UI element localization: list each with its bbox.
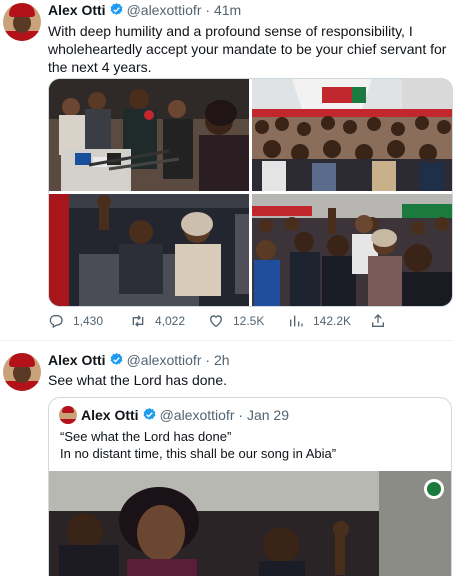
retweet-count: 4,022 xyxy=(155,314,186,328)
tweet-text: See what the Lord has done. xyxy=(48,372,228,388)
quoted-tweet-card[interactable]: Alex Otti @alexottiofr · Jan 29 “See what… xyxy=(48,397,452,576)
quoted-video[interactable] xyxy=(49,471,451,576)
retweet-icon xyxy=(132,315,144,327)
photo-4[interactable] xyxy=(252,194,452,306)
quoted-author-name: Alex Otti xyxy=(81,407,139,423)
timestamp[interactable]: 41m xyxy=(214,2,241,18)
separator-dot: · xyxy=(205,2,211,18)
media-grid xyxy=(48,78,453,307)
author-name[interactable]: Alex Otti xyxy=(48,352,106,368)
quoted-header: Alex Otti @alexottiofr · Jan 29 xyxy=(81,407,289,425)
photo-1[interactable] xyxy=(49,79,249,191)
quoted-text: “See what the Lord has done” In no dista… xyxy=(60,428,336,462)
verified-badge-icon xyxy=(109,2,124,20)
avatar[interactable] xyxy=(3,353,41,391)
share-button[interactable] xyxy=(370,313,395,329)
reply-count: 1,430 xyxy=(73,314,104,328)
tweet-text: With deep humility and a profound sense … xyxy=(48,23,447,75)
action-bar: 1,430 4,022 12.5K 142.2K xyxy=(48,313,428,333)
verified-badge-icon xyxy=(142,407,157,425)
share-icon xyxy=(372,314,384,327)
quoted-text-line-1: “See what the Lord has done” xyxy=(60,429,232,444)
verified-badge-icon xyxy=(109,352,124,370)
separator-dot: · xyxy=(205,352,211,368)
views-button[interactable]: 142.2K xyxy=(288,313,351,329)
quoted-text-line-2: In no distant time, this shall be our so… xyxy=(60,446,337,461)
avatar[interactable] xyxy=(3,3,41,41)
quoted-author-handle: @alexottiofr xyxy=(159,407,235,423)
photo-3[interactable] xyxy=(49,194,249,306)
retweet-button[interactable]: 4,022 xyxy=(130,313,185,329)
separator-dot: · xyxy=(238,407,244,423)
reply-icon xyxy=(49,315,63,329)
like-button[interactable]: 12.5K xyxy=(208,313,264,329)
author-name[interactable]: Alex Otti xyxy=(48,2,106,18)
photo-2[interactable] xyxy=(252,79,452,191)
timestamp[interactable]: 2h xyxy=(214,352,230,368)
reply-button[interactable]: 1,430 xyxy=(48,313,103,329)
tweet-1[interactable]: Alex Otti @alexottiofr · 41m With deep hu… xyxy=(0,0,453,340)
quoted-avatar xyxy=(59,406,77,424)
quoted-timestamp: Jan 29 xyxy=(246,407,289,423)
like-icon xyxy=(209,315,223,328)
author-handle[interactable]: @alexottiofr xyxy=(127,2,202,18)
like-count: 12.5K xyxy=(233,314,265,328)
views-icon xyxy=(290,315,303,327)
author-handle[interactable]: @alexottiofr xyxy=(127,352,202,368)
views-count: 142.2K xyxy=(313,314,352,328)
tweet-header: Alex Otti @alexottiofr · 2h xyxy=(48,352,230,370)
tweet-header: Alex Otti @alexottiofr · 41m xyxy=(48,2,241,20)
